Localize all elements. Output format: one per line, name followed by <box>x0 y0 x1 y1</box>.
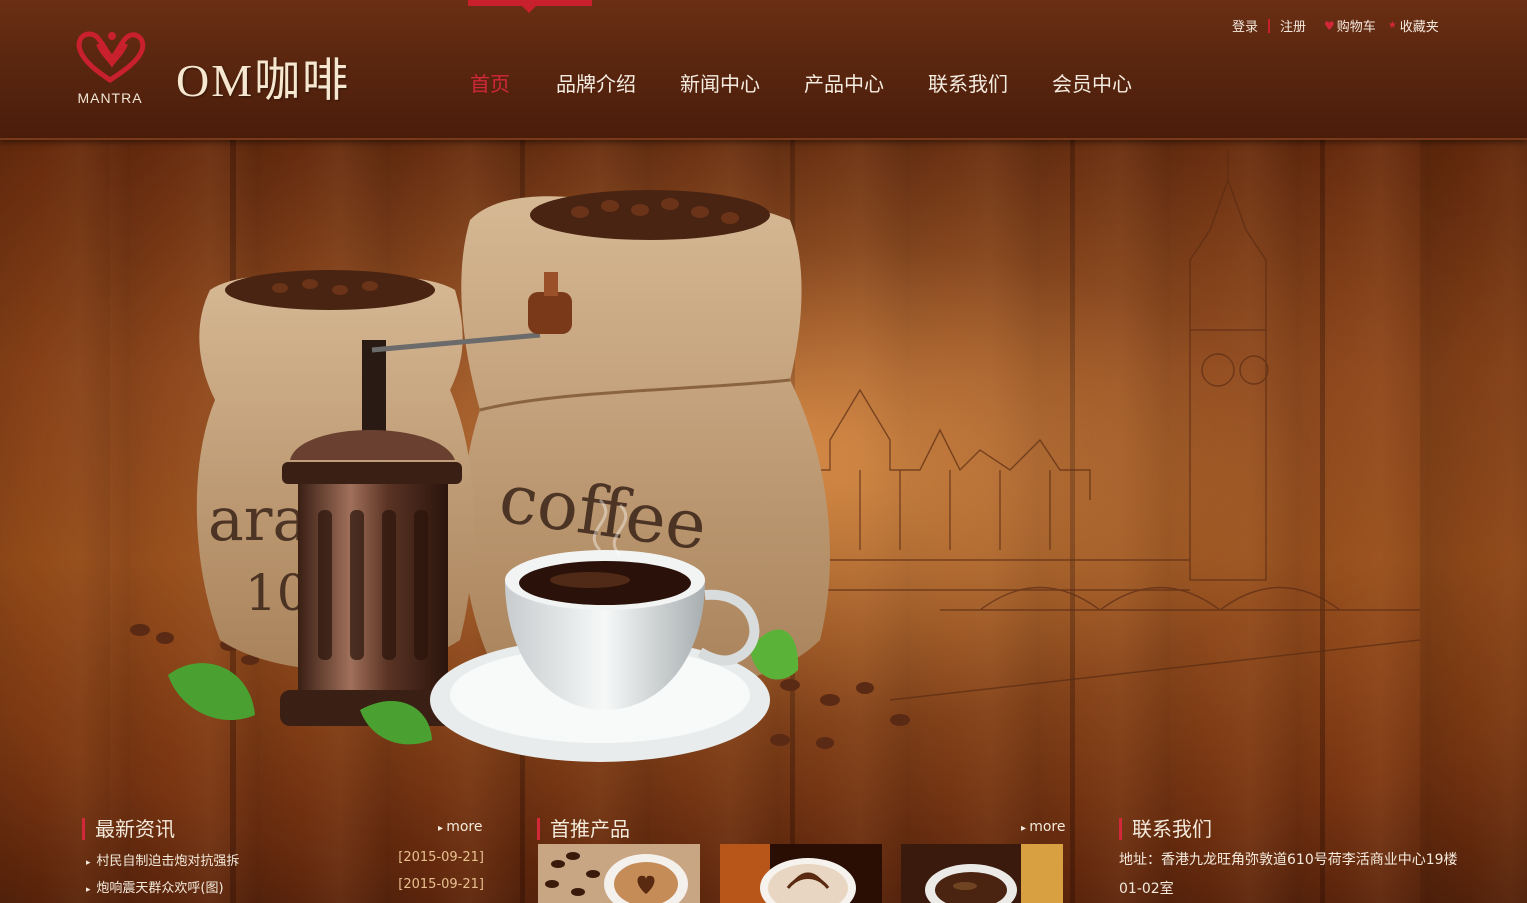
cart-link[interactable]: 购物车 <box>1337 16 1376 35</box>
main-nav: 首页 品牌介绍 新闻中心 产品中心 联系我们 会员中心 <box>470 68 1154 98</box>
black-coffee-image <box>901 844 1063 903</box>
site-header: MANTRA OM咖啡 首页 品牌介绍 新闻中心 产品中心 联系我们 会员中心 … <box>0 0 1527 140</box>
news-item-title[interactable]: 村民自制迫击炮对抗强拆 <box>86 850 239 869</box>
nav-contact[interactable]: 联系我们 <box>906 68 1030 98</box>
logo[interactable]: MANTRA <box>72 28 152 110</box>
sack-ara-label: ara <box>208 485 308 555</box>
news-item[interactable]: 炮响震天群众欢呼(图) [2015-09-21] <box>86 877 484 896</box>
news-title: 最新资讯 <box>82 818 175 840</box>
news-more-link[interactable]: more <box>438 819 482 835</box>
divider <box>1268 18 1271 33</box>
nav-products[interactable]: 产品中心 <box>782 68 906 98</box>
hero-illustration: coffee ara 10 <box>0 140 1527 903</box>
contact-title: 联系我们 <box>1119 818 1212 840</box>
nav-brand[interactable]: 品牌介绍 <box>534 68 658 98</box>
products-more-link[interactable]: more <box>1021 819 1065 835</box>
contact-address: 地址：香港九龙旺角弥敦道610号荷李活商业中心19楼01-02室 <box>1119 852 1458 897</box>
product-thumb-heart-latte[interactable] <box>538 844 700 903</box>
product-thumb-black-coffee[interactable] <box>901 844 1063 903</box>
news-item[interactable]: 村民自制迫击炮对抗强拆 [2015-09-21] <box>86 850 484 869</box>
rosetta-latte-image <box>720 844 882 903</box>
news-item-title[interactable]: 炮响震天群众欢呼(图) <box>86 877 223 896</box>
login-link[interactable]: 登录 <box>1232 16 1258 35</box>
hero-banner: coffee ara 10 最新资讯 ▸ more ▸ 村民自制迫击炮对抗强拆 … <box>0 140 1527 903</box>
top-links: 登录 注册 ♥ 购物车 ★ 收藏夹 <box>1232 16 1439 35</box>
favorites-link[interactable]: 收藏夹 <box>1400 16 1439 35</box>
news-item-date: [2015-09-21] <box>398 877 484 892</box>
news-item-date: [2015-09-21] <box>398 850 484 865</box>
mantra-logo-icon <box>76 31 146 84</box>
heart-latte-image <box>538 844 700 903</box>
products-title: 首推产品 <box>537 818 630 840</box>
heart-icon: ♥ <box>1324 18 1335 33</box>
nav-news[interactable]: 新闻中心 <box>658 68 782 98</box>
star-icon: ★ <box>1387 20 1397 31</box>
active-tab-indicator <box>468 0 592 13</box>
product-thumb-rosetta-latte[interactable] <box>720 844 882 903</box>
nav-member[interactable]: 会员中心 <box>1030 68 1154 98</box>
site-title: OM咖啡 <box>176 55 351 106</box>
nav-home[interactable]: 首页 <box>446 68 534 98</box>
logo-mark-text: MANTRA <box>77 90 143 106</box>
register-link[interactable]: 注册 <box>1280 16 1306 35</box>
